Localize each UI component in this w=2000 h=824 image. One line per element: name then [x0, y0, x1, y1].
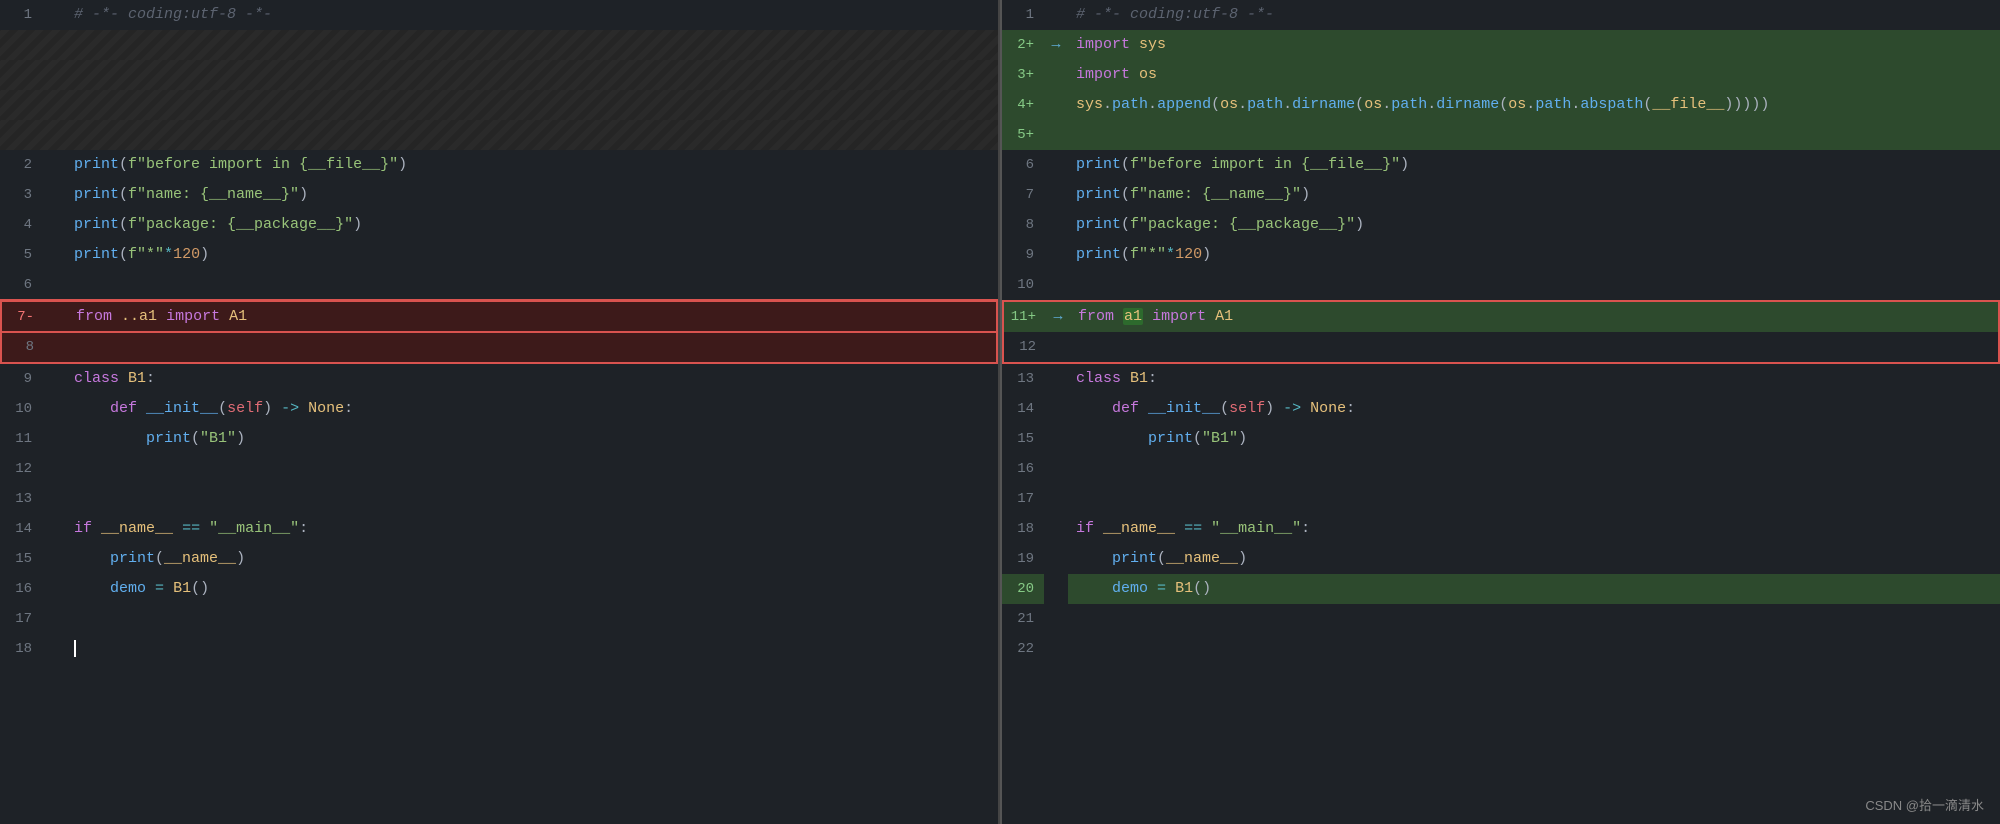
table-row: 10: [1002, 270, 2000, 300]
table-row: 17: [0, 604, 998, 634]
table-row: 4 print(f"package: {__package__}"): [0, 210, 998, 240]
table-row: 18: [0, 634, 998, 664]
table-row: 7 print(f"name: {__name__}"): [1002, 180, 2000, 210]
table-row: 22: [1002, 634, 2000, 664]
table-row: 21: [1002, 604, 2000, 634]
table-row: 11+ → from a1 import A1: [1002, 300, 2000, 332]
right-pane: 1 # -*- coding:utf-8 -*- 2+ → import sys…: [1002, 0, 2000, 824]
table-row: [0, 30, 998, 60]
table-row: 16: [1002, 454, 2000, 484]
table-row: 18 if __name__ == "__main__":: [1002, 514, 2000, 544]
left-pane: 1 # -*- coding:utf-8 -*- 2: [0, 0, 1000, 824]
table-row: 17: [1002, 484, 2000, 514]
watermark: CSDN @拾一滴清水: [1865, 795, 1984, 814]
table-row: 10 def __init__(self) -> None:: [0, 394, 998, 424]
table-row: 12: [1002, 332, 2000, 364]
table-row: 15 print(__name__): [0, 544, 998, 574]
diff-view: 1 # -*- coding:utf-8 -*- 2: [0, 0, 2000, 824]
table-row: 14 if __name__ == "__main__":: [0, 514, 998, 544]
table-row: [0, 90, 998, 120]
table-row: 6 print(f"before import in {__file__}"): [1002, 150, 2000, 180]
table-row: [0, 60, 998, 90]
table-row: 2 print(f"before import in {__file__}"): [0, 150, 998, 180]
table-row: 4+ sys.path.append(os.path.dirname(os.pa…: [1002, 90, 2000, 120]
table-row: 5+: [1002, 120, 2000, 150]
table-row: 16 demo = B1(): [0, 574, 998, 604]
table-row: [0, 120, 998, 150]
table-row: 3 print(f"name: {__name__}"): [0, 180, 998, 210]
table-row: 3+ import os: [1002, 60, 2000, 90]
table-row: 14 def __init__(self) -> None:: [1002, 394, 2000, 424]
table-row: 9 print(f"*"*120): [1002, 240, 2000, 270]
table-row: 1 # -*- coding:utf-8 -*-: [1002, 0, 2000, 30]
table-row: 5 print(f"*"*120): [0, 240, 998, 270]
table-row: 8 print(f"package: {__package__}"): [1002, 210, 2000, 240]
table-row: 9 class B1:: [0, 364, 998, 394]
table-row: 12: [0, 454, 998, 484]
table-row: 13: [0, 484, 998, 514]
table-row: 11 print("B1"): [0, 424, 998, 454]
table-row: 6: [0, 270, 998, 300]
table-row: 15 print("B1"): [1002, 424, 2000, 454]
table-row: 19 print(__name__): [1002, 544, 2000, 574]
table-row: 8: [0, 332, 998, 364]
table-row: 2+ → import sys: [1002, 30, 2000, 60]
table-row: 13 class B1:: [1002, 364, 2000, 394]
table-row: 20 demo = B1(): [1002, 574, 2000, 604]
table-row: 7- from ..a1 import A1: [0, 300, 998, 332]
table-row: 1 # -*- coding:utf-8 -*-: [0, 0, 998, 30]
